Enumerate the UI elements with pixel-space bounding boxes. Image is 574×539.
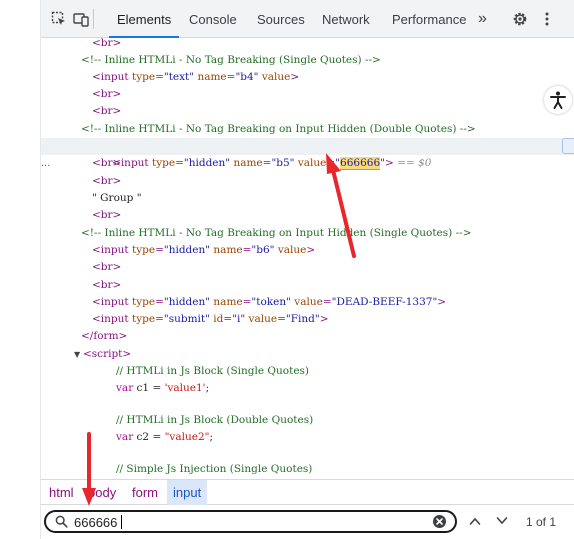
breadcrumb-html[interactable]: html bbox=[43, 480, 80, 505]
tab-console[interactable]: Console bbox=[189, 0, 237, 38]
breadcrumb-form[interactable]: form bbox=[126, 480, 164, 505]
dom-node-br[interactable]: <br> bbox=[41, 173, 574, 190]
more-tabs-button[interactable]: » bbox=[478, 0, 487, 38]
script-line: var c1 = 'value1'; bbox=[116, 382, 210, 394]
breadcrumb-input[interactable]: input bbox=[167, 480, 208, 505]
script-line: // Simple Js Injection (Single Quotes) bbox=[116, 463, 313, 475]
dom-node-br[interactable]: <br> bbox=[41, 103, 574, 120]
search-icon bbox=[55, 515, 68, 528]
breadcrumb-body[interactable]: body bbox=[82, 480, 122, 505]
tab-network[interactable]: Network bbox=[322, 0, 370, 38]
dom-node-br[interactable]: <br> bbox=[41, 86, 574, 103]
computed-styles-toggle-icon[interactable] bbox=[562, 138, 574, 154]
dom-node-br[interactable]: <br> bbox=[41, 155, 574, 172]
devtools-toolbar: Elements Console Sources Network Perform… bbox=[41, 0, 574, 38]
expand-triangle-icon[interactable]: ▼ bbox=[74, 346, 80, 363]
dom-node-input[interactable]: <input type="hidden" name="b6" value> bbox=[41, 242, 574, 259]
breadcrumb: html body form input bbox=[41, 479, 574, 505]
tab-performance[interactable]: Performance bbox=[392, 0, 466, 38]
text-caret bbox=[121, 515, 122, 529]
dom-node-form-close[interactable]: </form> bbox=[41, 328, 574, 345]
dom-node-input-token[interactable]: <input type="hidden" name="token" value=… bbox=[41, 294, 574, 311]
dom-node-script[interactable]: ▼ <script> bbox=[41, 346, 574, 363]
tab-elements[interactable]: Elements bbox=[108, 0, 180, 38]
device-toolbar-icon[interactable] bbox=[73, 11, 89, 27]
dom-comment[interactable]: <!-- Inline HTMLi - No Tag Breaking on I… bbox=[41, 121, 574, 138]
accessibility-icon bbox=[550, 91, 566, 109]
search-input[interactable]: 666666 bbox=[74, 513, 434, 532]
script-line: // HTMLi in Js Block (Double Quotes) bbox=[116, 414, 314, 426]
accessibility-button[interactable] bbox=[544, 86, 572, 114]
dom-node-br[interactable]: <br> bbox=[41, 207, 574, 224]
script-line: // HTMLi in Js Block (Single Quotes) bbox=[116, 365, 310, 377]
clear-search-icon[interactable] bbox=[432, 514, 447, 529]
more-options-icon[interactable] bbox=[539, 11, 555, 27]
dom-comment[interactable]: <!-- Inline HTMLi - No Tag Breaking (Sin… bbox=[41, 52, 574, 69]
dom-node-input-selected[interactable]: ... <input type="hidden" name="b5" value=… bbox=[41, 138, 574, 170]
dom-node-br[interactable]: <br> bbox=[41, 277, 574, 294]
inspect-element-icon[interactable] bbox=[51, 11, 67, 27]
dom-text-node[interactable]: " Group " bbox=[41, 190, 574, 207]
toolbar-divider bbox=[93, 9, 94, 29]
previous-match-icon[interactable] bbox=[469, 516, 481, 526]
search-field[interactable]: 666666 bbox=[44, 510, 457, 533]
script-line: var c2 = "value2"; bbox=[116, 431, 214, 443]
dom-node-input[interactable]: <input type="text" name="b4" value> bbox=[41, 69, 574, 86]
dom-node-br[interactable]: <br> bbox=[41, 38, 574, 52]
dom-comment[interactable]: <!-- Inline HTMLi - No Tag Breaking on I… bbox=[41, 225, 574, 242]
dom-tree[interactable]: <br> <!-- Inline HTMLi - No Tag Breaking… bbox=[41, 38, 574, 479]
settings-gear-icon[interactable] bbox=[512, 11, 528, 27]
match-count: 1 of 1 bbox=[526, 515, 557, 529]
devtools-panel: Elements Console Sources Network Perform… bbox=[40, 0, 574, 539]
next-match-icon[interactable] bbox=[496, 516, 508, 526]
dom-node-input-submit[interactable]: <input type="submit" id="i" value="Find"… bbox=[41, 311, 574, 328]
tab-sources[interactable]: Sources bbox=[257, 0, 305, 38]
dom-node-br[interactable]: <br> bbox=[41, 259, 574, 276]
search-bar: 666666 1 of 1 bbox=[41, 505, 574, 539]
